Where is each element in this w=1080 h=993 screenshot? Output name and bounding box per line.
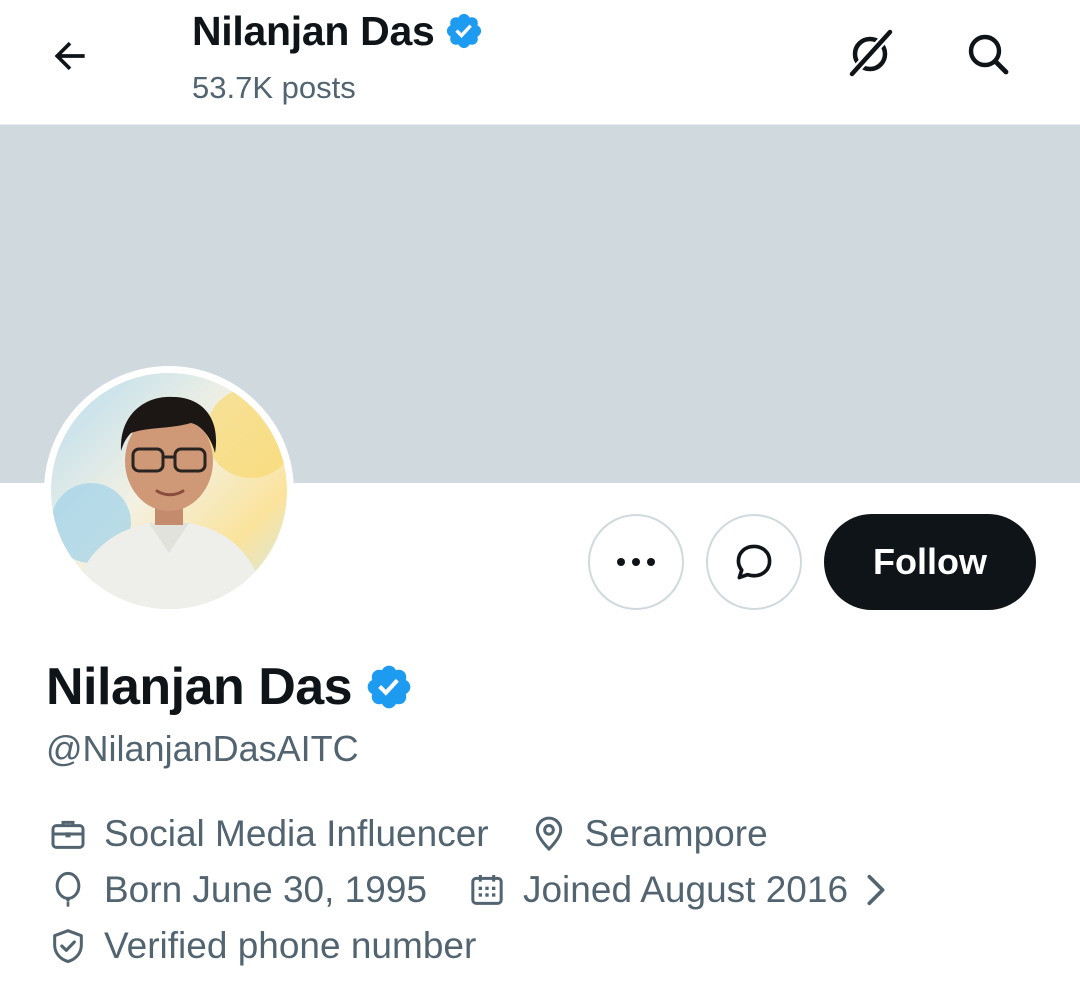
back-button[interactable] bbox=[42, 28, 98, 84]
top-bar: Nilanjan Das 53.7K posts bbox=[0, 0, 1080, 124]
birthday-item: Born June 30, 1995 bbox=[46, 868, 427, 912]
profession-text: Social Media Influencer bbox=[104, 813, 489, 854]
avatar-image bbox=[51, 373, 287, 609]
location-pin-icon bbox=[527, 812, 571, 856]
location-text: Serampore bbox=[584, 813, 768, 854]
joined-text: Joined August 2016 bbox=[522, 869, 849, 910]
message-bubble-icon bbox=[736, 544, 772, 580]
search-icon bbox=[968, 34, 1009, 75]
profile-meta-row: Born June 30, 1995 Joined August 2016 bbox=[46, 868, 890, 912]
balloon-icon bbox=[46, 868, 90, 912]
grok-button[interactable] bbox=[840, 24, 900, 84]
search-button[interactable] bbox=[958, 24, 1018, 84]
profile-name: Nilanjan Das bbox=[46, 658, 353, 716]
joined-item[interactable]: Joined August 2016 bbox=[465, 868, 890, 912]
verified-phone-item[interactable]: Verified phone number bbox=[46, 924, 476, 968]
calendar-icon bbox=[465, 868, 509, 912]
chevron-right-icon bbox=[862, 870, 890, 910]
header-post-count: 53.7K posts bbox=[192, 70, 356, 105]
profile-meta-row: Social Media Influencer Serampore bbox=[46, 812, 768, 856]
briefcase-icon bbox=[46, 812, 90, 856]
verified-badge-icon[interactable] bbox=[364, 662, 414, 712]
header-title: Nilanjan Das 53.7K posts bbox=[192, 6, 484, 106]
profile-name-row: Nilanjan Das bbox=[46, 652, 414, 722]
profile-meta-row: Verified phone number bbox=[46, 924, 476, 968]
verified-badge-icon bbox=[447, 13, 482, 49]
profession-item: Social Media Influencer bbox=[46, 812, 489, 856]
profile-handle: @NilanjanDasAITC bbox=[46, 728, 359, 769]
message-button[interactable] bbox=[706, 514, 802, 610]
arrow-left-icon bbox=[54, 41, 85, 71]
location-item: Serampore bbox=[527, 812, 768, 856]
more-options-button[interactable] bbox=[588, 514, 684, 610]
avatar[interactable] bbox=[44, 366, 294, 616]
more-dots-icon bbox=[617, 558, 655, 566]
follow-button[interactable]: Follow bbox=[824, 514, 1036, 610]
header-name: Nilanjan Das bbox=[192, 7, 435, 54]
verified-phone-text: Verified phone number bbox=[104, 925, 477, 966]
birthday-text: Born June 30, 1995 bbox=[104, 869, 427, 910]
grok-icon bbox=[847, 27, 895, 79]
shield-check-icon bbox=[46, 924, 90, 968]
